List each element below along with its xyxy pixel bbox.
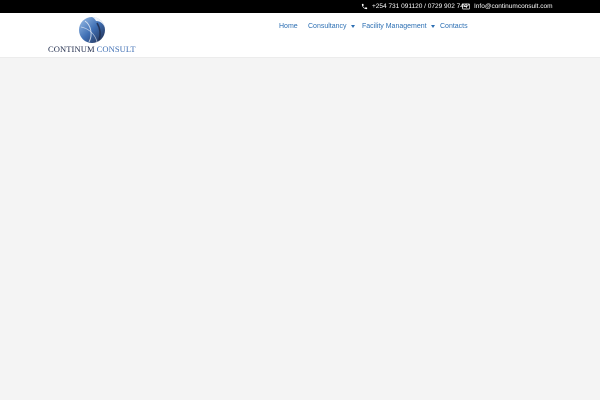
- nav-contacts-label: Contacts: [440, 22, 468, 30]
- logo-word-secondary: CONSULT: [96, 44, 136, 54]
- phone-number: +254 731 091120 / 0729 902 744: [372, 3, 468, 10]
- top-contact-bar: +254 731 091120 / 0729 902 744 Info@cont…: [0, 0, 600, 13]
- nav-home-label: Home: [279, 22, 298, 30]
- logo-wordmark: CONTINUM CONSULT: [48, 44, 136, 54]
- nav-facility-management[interactable]: Facility Management: [362, 21, 435, 31]
- nav-consultancy[interactable]: Consultancy: [308, 21, 355, 31]
- main-content-area: [0, 58, 600, 400]
- phone-icon: [361, 3, 368, 10]
- nav-contacts[interactable]: Contacts: [440, 21, 468, 31]
- nav-consultancy-label: Consultancy: [308, 22, 347, 30]
- email-address: Info@continumconsult.com: [474, 3, 553, 10]
- chevron-down-icon: [430, 24, 435, 28]
- globe-logo-icon: [79, 17, 105, 43]
- nav-facility-label: Facility Management: [362, 22, 427, 30]
- nav-home[interactable]: Home: [279, 21, 298, 31]
- phone-contact[interactable]: +254 731 091120 / 0729 902 744: [361, 0, 468, 13]
- site-logo[interactable]: CONTINUM CONSULT: [48, 15, 138, 55]
- envelope-icon: [462, 3, 470, 10]
- site-header: CONTINUM CONSULT Home Consultancy Facilit…: [0, 13, 600, 58]
- chevron-down-icon: [350, 24, 355, 28]
- email-contact[interactable]: Info@continumconsult.com: [462, 0, 553, 13]
- logo-word-primary: CONTINUM: [48, 44, 95, 54]
